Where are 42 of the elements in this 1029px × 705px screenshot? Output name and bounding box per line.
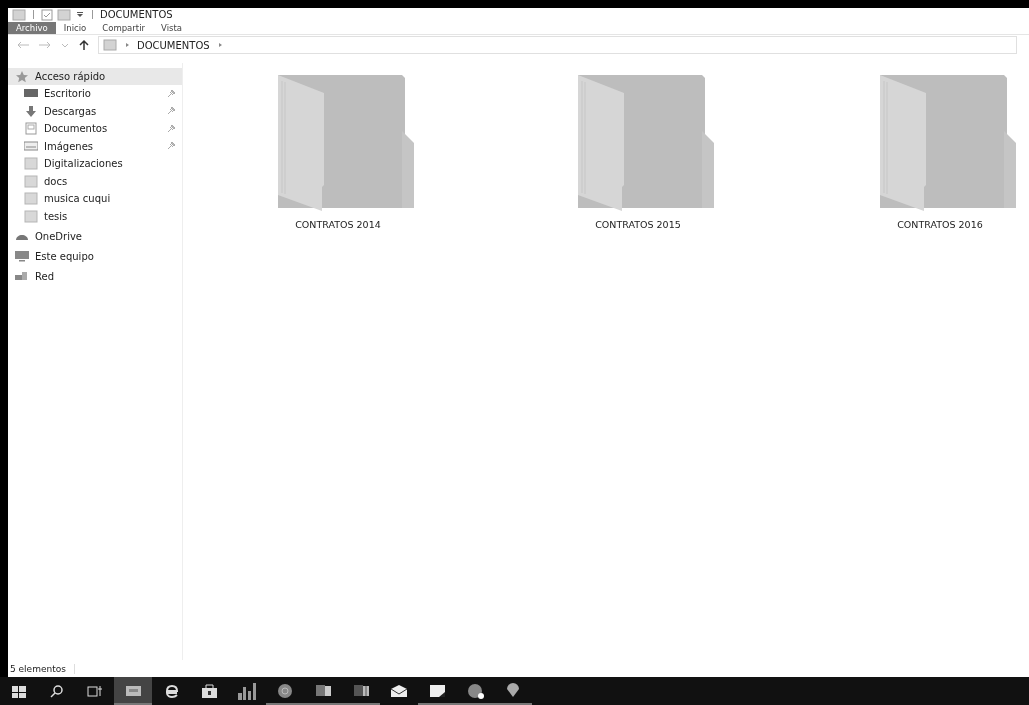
folder-icon — [12, 8, 26, 21]
folder-tile[interactable]: CONTRATOS 2016 — [855, 71, 1025, 230]
ribbon-tab[interactable]: Inicio — [55, 21, 95, 34]
document-icon — [24, 122, 38, 136]
nav-item[interactable]: OneDrive — [8, 228, 182, 245]
equalizer-icon — [237, 681, 257, 701]
nav-item[interactable]: Documentos — [8, 120, 182, 138]
nav-item[interactable]: Este equipo — [8, 248, 182, 265]
folder-icon — [24, 209, 38, 223]
nav-item[interactable]: Escritorio — [8, 85, 182, 103]
chevron-right-icon — [123, 41, 131, 49]
folder-tile[interactable]: CONTRATOS 2015 — [553, 71, 723, 230]
folder-icon — [57, 8, 71, 21]
shopping-bag-icon — [199, 681, 219, 701]
breadcrumb[interactable]: DOCUMENTOS — [137, 39, 210, 51]
status-text: 5 elementos — [10, 663, 75, 674]
image-icon — [24, 139, 38, 153]
nav-item[interactable]: Acceso rápido — [8, 68, 182, 85]
folder-tile[interactable]: CONTRATOS 2014 — [253, 71, 423, 230]
folder-icon — [24, 192, 38, 206]
ribbon-tab[interactable]: Vista — [153, 21, 190, 34]
monitor-icon — [15, 250, 29, 263]
network-icon — [15, 270, 29, 283]
up-arrow-icon[interactable] — [78, 39, 90, 51]
ribbon-tab[interactable]: Archivo — [8, 21, 56, 34]
folder-icon — [103, 39, 117, 51]
folder-icon — [24, 157, 38, 171]
nav-item[interactable]: musica cuqui — [8, 190, 182, 208]
ribbon-tab[interactable]: Compartir — [94, 21, 153, 34]
window-title: DOCUMENTOS — [100, 9, 173, 20]
address-bar[interactable]: DOCUMENTOS — [98, 36, 1017, 54]
nav-item[interactable]: tesis — [8, 207, 182, 225]
nav-item[interactable]: Imágenes — [8, 137, 182, 155]
dropdown-icon[interactable] — [75, 9, 85, 20]
nav-item[interactable]: docs — [8, 172, 182, 190]
checkbox-icon[interactable] — [41, 8, 53, 21]
nav-item[interactable]: Descargas — [8, 102, 182, 120]
nav-item[interactable]: Red — [8, 268, 182, 285]
nav-item[interactable]: Digitalizaciones — [8, 155, 182, 173]
star-icon — [15, 70, 29, 83]
download-arrow-icon — [24, 104, 38, 118]
folder-icon — [24, 174, 38, 188]
